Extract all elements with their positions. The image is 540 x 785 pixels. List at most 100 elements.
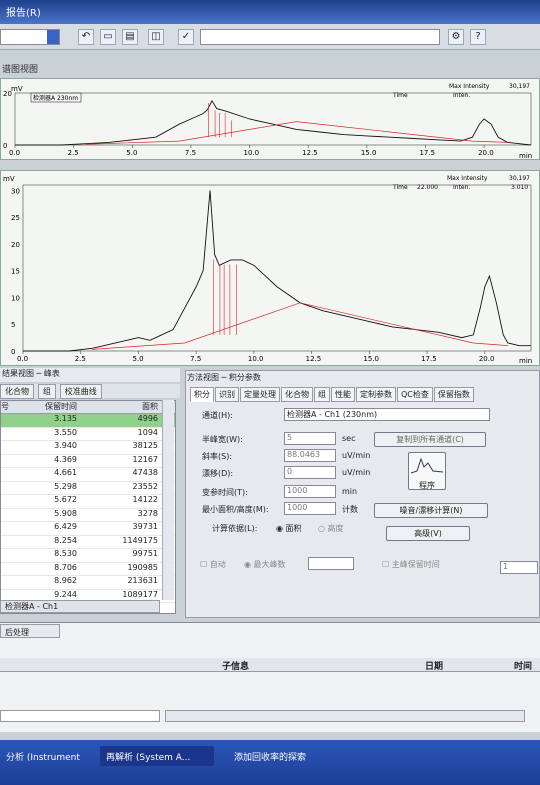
table-row[interactable]: 3.135 4996 — [1, 414, 175, 428]
taskbar-item-reanalysis[interactable]: 再解析 (System A... — [100, 746, 214, 766]
min-area-unit: 计数 — [342, 505, 358, 514]
area-cell: 38125 — [132, 441, 158, 450]
auto-label: 自动 — [209, 560, 226, 569]
tab-retention-index[interactable]: 保留指数 — [433, 387, 474, 402]
channel-select[interactable]: 检测器A - Ch1 (230nm) — [284, 408, 490, 421]
x-tick-label: 20.0 — [478, 149, 494, 157]
drift-input[interactable]: 0 — [284, 466, 336, 479]
x-tick-label: 0.0 — [17, 355, 28, 363]
tab-qc-check[interactable]: QC检查 — [397, 387, 433, 402]
y-tick-label: 20 — [11, 241, 20, 249]
table-row[interactable]: 8.530 99751 — [1, 549, 175, 563]
tab-group[interactable]: 组 — [37, 384, 56, 399]
save-icon[interactable]: ▭ — [100, 29, 116, 45]
top-chromatogram-panel[interactable]: mV 检测器A 230nm Max Intensity 30,197 Time … — [0, 78, 540, 160]
settings-icon[interactable]: ⚙ — [448, 29, 464, 45]
plot-frame — [22, 184, 532, 352]
tab-group-method[interactable]: 组 — [314, 387, 330, 402]
x-tick-label: 2.5 — [75, 355, 86, 363]
table-row[interactable]: 8.254 1149175 — [1, 536, 175, 549]
data-file-combo[interactable] — [0, 29, 60, 45]
area-cell: 47438 — [132, 468, 158, 477]
y-tick-label: 10 — [11, 294, 20, 302]
main-chart-y-unit: mV — [3, 175, 15, 183]
slope-label: 斜率(S): — [202, 452, 233, 461]
peak-table[interactable]: 号 保留时间 面积 3.135 4996 3.550 1094 3.940 38125 4.… — [0, 400, 176, 614]
x-tick-label: 10.0 — [248, 355, 264, 363]
tab-compound[interactable]: 化合物 — [0, 384, 34, 399]
noise-drift-calc-button[interactable]: 噪音/漂移计算(N) — [374, 503, 488, 518]
tdbl-unit: min — [342, 487, 358, 496]
print-icon[interactable]: ▤ — [122, 29, 138, 45]
log-horizontal-scrollbar[interactable] — [165, 710, 525, 722]
y-tick-label: 0 — [3, 142, 7, 150]
undo-icon[interactable]: ↶ — [78, 29, 94, 45]
max-peaks-input[interactable] — [308, 557, 354, 570]
top-chromatogram: mV 检测器A 230nm Max Intensity 30,197 Time … — [3, 83, 532, 160]
y-tick-label: 30 — [11, 187, 20, 195]
retention-time-cell: 8.530 — [54, 549, 77, 558]
tab-identification[interactable]: 识别 — [215, 387, 239, 402]
table-row[interactable]: 4.661 47438 — [1, 468, 175, 482]
table-row[interactable]: 5.908 3278 — [1, 508, 175, 522]
peak-no-cell — [1, 563, 11, 576]
method-combo[interactable] — [200, 29, 440, 45]
half-width-label: 半峰宽(W): — [202, 435, 243, 444]
min-area-input[interactable]: 1000 — [284, 502, 336, 515]
plot-frame — [14, 92, 532, 146]
tab-integration[interactable]: 积分 — [190, 387, 214, 402]
top-chart-detector-label: 检测器A 230nm — [33, 94, 78, 102]
main-peak-rt-checkbox[interactable]: ☐ 主峰保留时间 — [382, 559, 440, 570]
tab-calibration-curve[interactable]: 校准曲线 — [59, 384, 102, 399]
main-peak-rt-input[interactable]: 1 — [500, 561, 538, 574]
tab-compound-method[interactable]: 化合物 — [281, 387, 313, 402]
tab-quantitation[interactable]: 定量处理 — [240, 387, 280, 402]
table-row[interactable]: 5.672 14122 — [1, 495, 175, 509]
peak-table-scrollbar[interactable] — [162, 400, 174, 600]
area-cell: 190985 — [127, 562, 158, 572]
table-row[interactable]: 8.962 213631 — [1, 576, 175, 590]
table-row[interactable]: 3.550 1094 — [1, 428, 175, 441]
table-row[interactable]: 6.429 39731 — [1, 522, 175, 536]
taskbar-item-analysis[interactable]: 分析 (Instrument — [0, 746, 96, 766]
tab-custom-params[interactable]: 定制参数 — [356, 387, 396, 402]
calc-by-area-radio[interactable]: ◉ 面积 — [276, 523, 302, 534]
retention-time-cell: 3.940 — [54, 441, 77, 450]
area-cell: 12167 — [132, 454, 158, 464]
taskbar-item-folder[interactable]: 添加回收率的探索 — [228, 746, 348, 766]
table-row[interactable]: 4.369 12167 — [1, 454, 175, 468]
slope-input[interactable]: 88.0463 — [284, 449, 336, 462]
copy-to-all-channels-button[interactable]: 复制到所有通道(C) — [374, 432, 486, 447]
main-chromatogram-panel[interactable]: mV Max Intensity 30,197 Time 22.000 Inte… — [0, 170, 540, 366]
retention-time-cell: 5.672 — [54, 495, 77, 504]
tdbl-input[interactable]: 1000 — [284, 485, 336, 498]
auto-checkbox[interactable]: ☐ 自动 — [200, 559, 226, 570]
help-icon[interactable]: ? — [470, 29, 486, 45]
calc-by-height-radio[interactable]: ○ 高度 — [318, 523, 344, 534]
advanced-button[interactable]: 高级(V) — [386, 526, 470, 541]
tab-post-processing[interactable]: 后处理 — [0, 624, 60, 638]
retention-time-cell: 5.908 — [54, 508, 77, 518]
max-peaks-radio[interactable]: ◉ 最大峰数 — [244, 559, 286, 570]
x-tick-label: 7.5 — [190, 355, 201, 363]
col-date: 日期 — [425, 662, 444, 672]
drift-label: 漂移(D): — [202, 469, 234, 478]
table-row[interactable]: 5.298 23552 — [1, 482, 175, 495]
detector-channel-tab[interactable]: 检测器A - Ch1 — [0, 600, 160, 613]
area-cell: 39731 — [132, 522, 158, 531]
program-button[interactable]: 程序 — [408, 452, 446, 490]
table-row[interactable]: 3.940 38125 — [1, 441, 175, 455]
table-row[interactable]: 8.706 190985 — [1, 562, 175, 576]
tab-performance[interactable]: 性能 — [331, 387, 355, 402]
x-tick-label: 12.5 — [302, 149, 318, 157]
peak-no-cell — [1, 522, 11, 535]
half-width-input[interactable]: 5 — [284, 432, 336, 445]
x-tick-label: 15.0 — [363, 355, 379, 363]
method-icon[interactable]: ✓ — [178, 29, 194, 45]
method-tabs: 积分 识别 定量处理 化合物组性能 定制参数 QC检查 保留指数 — [190, 387, 540, 402]
x-tick-label: 15.0 — [361, 149, 377, 157]
chevron-down-icon[interactable] — [47, 30, 59, 44]
calc-by-height-label: 高度 — [327, 524, 344, 533]
y-tick-label: 5 — [11, 321, 15, 329]
copy-icon[interactable]: ◫ — [148, 29, 164, 45]
